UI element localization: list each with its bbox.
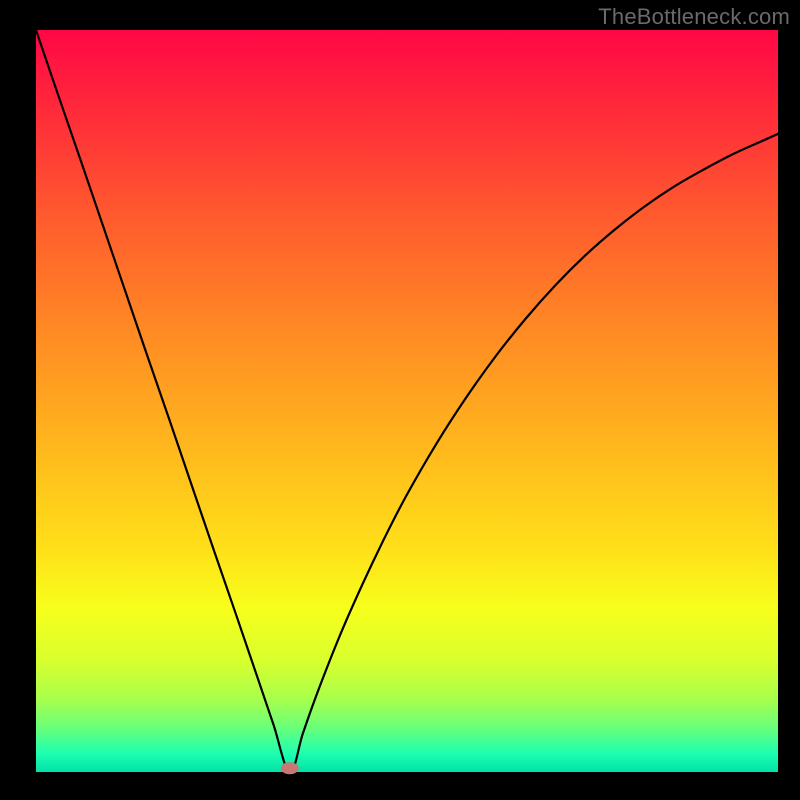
plot-background <box>36 30 778 772</box>
watermark-text: TheBottleneck.com <box>598 4 790 30</box>
chart-svg <box>0 0 800 800</box>
chart-frame: { "watermark": "TheBottleneck.com", "cha… <box>0 0 800 800</box>
minimum-marker <box>281 762 299 774</box>
